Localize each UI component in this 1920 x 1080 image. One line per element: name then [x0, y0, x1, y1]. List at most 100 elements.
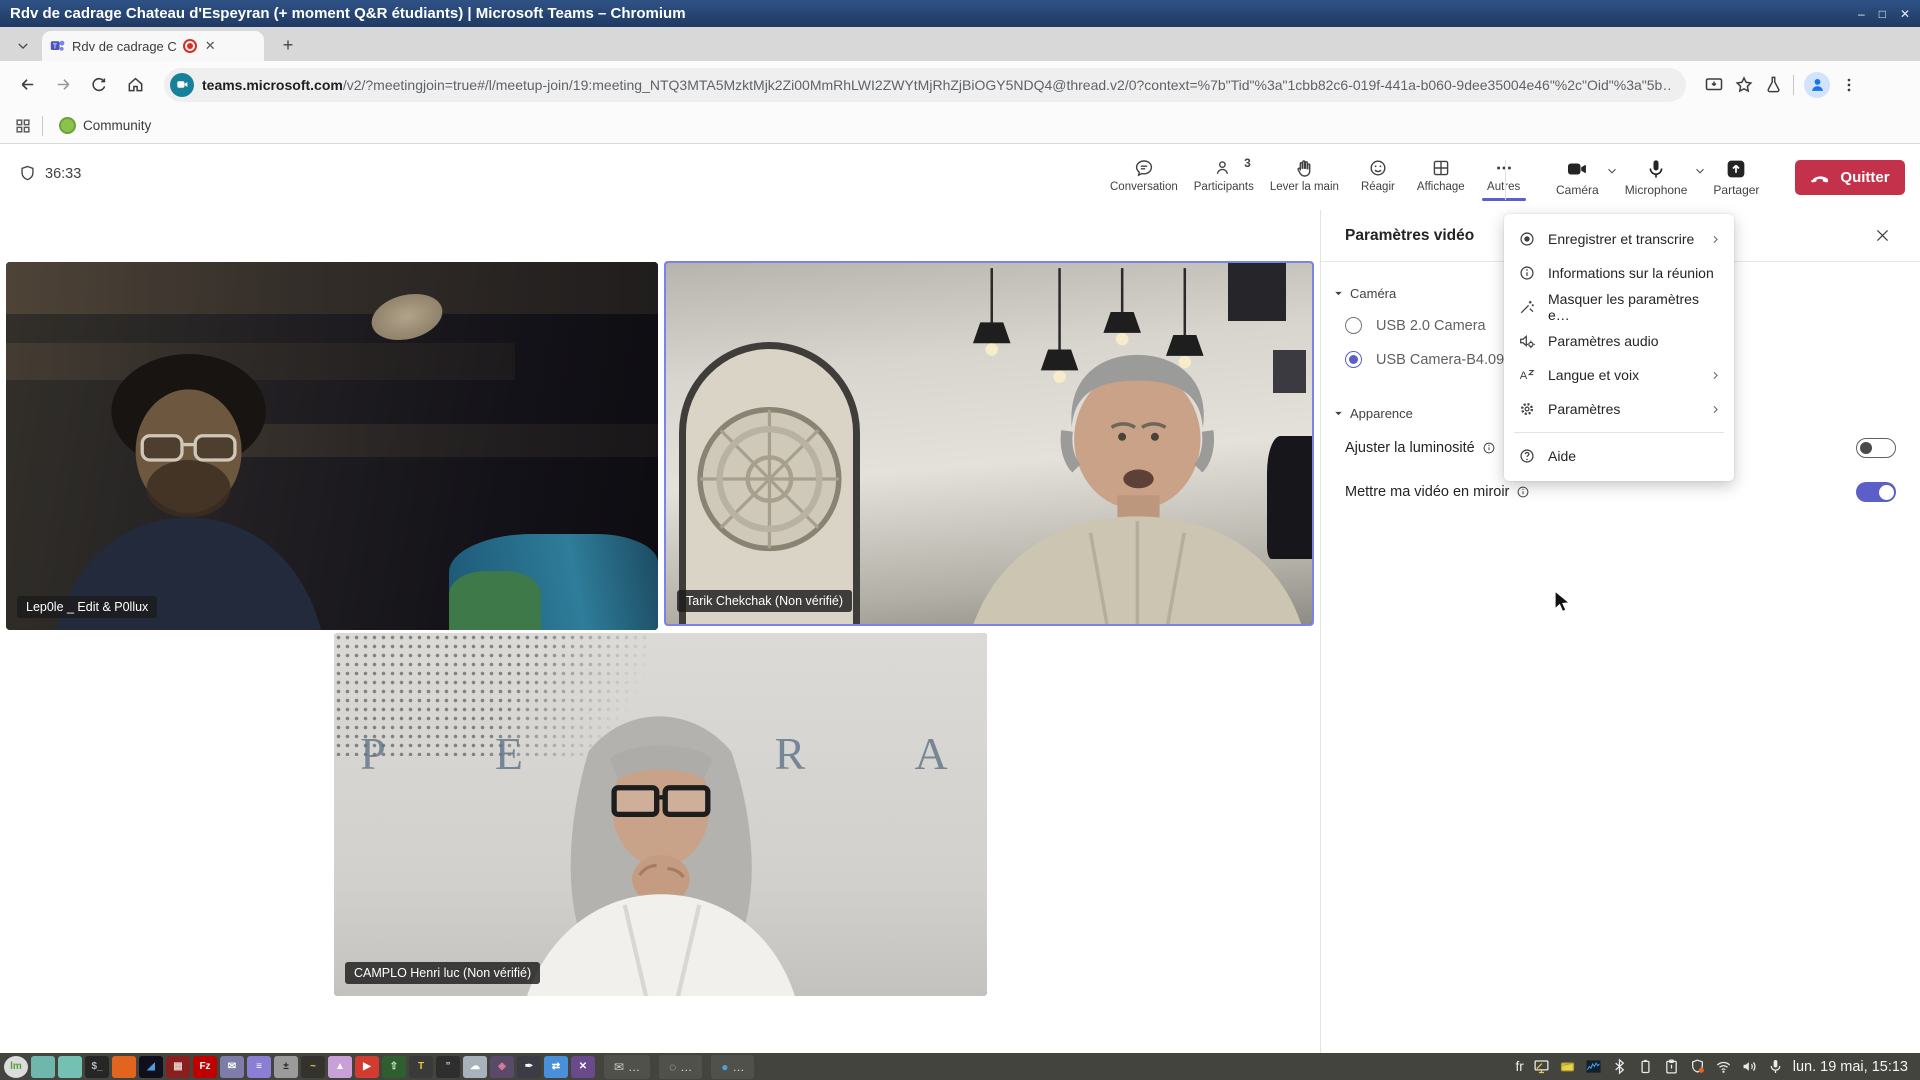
launcher-cloud-app-icon[interactable]: ☁	[463, 1055, 487, 1078]
partager-button[interactable]: Partager	[1709, 156, 1763, 199]
launcher-file-manager-icon[interactable]	[58, 1055, 82, 1078]
caméra-button[interactable]: Caméra	[1552, 156, 1603, 199]
install-app-icon[interactable]	[1704, 75, 1724, 95]
menu-item-langue-et-voix[interactable]: A Langue et voix	[1504, 358, 1734, 392]
toolbar-button-label: Lever la main	[1269, 181, 1339, 193]
home-icon[interactable]	[120, 70, 150, 100]
reload-icon[interactable]	[84, 70, 114, 100]
tray-mic-icon[interactable]	[1767, 1058, 1784, 1075]
radio-selected[interactable]	[1345, 351, 1362, 368]
tray-battery-icon[interactable]	[1637, 1058, 1654, 1075]
launcher-mail-client-icon[interactable]: ✉	[220, 1055, 244, 1078]
video-tile-active[interactable]: Tarik Chekchak (Non vérifié)	[664, 261, 1314, 626]
tray-display-icon[interactable]	[1533, 1058, 1550, 1075]
caret-down-icon	[1335, 411, 1342, 416]
toolbar-button-r-agir[interactable]: Réagir	[1350, 156, 1406, 199]
dots-icon	[1494, 158, 1514, 178]
menu-item-label: Informations sur la réunion	[1548, 265, 1714, 281]
radio-unselected[interactable]	[1345, 317, 1362, 334]
back-icon[interactable]	[12, 70, 42, 100]
launcher-tux-app-icon[interactable]: T	[409, 1055, 433, 1078]
toggle-off[interactable]	[1856, 438, 1896, 458]
launcher-terminal-icon[interactable]: $_	[85, 1055, 109, 1078]
community-favicon	[59, 117, 76, 134]
camera-section-header[interactable]: Caméra	[1333, 286, 1396, 301]
browser-menu-kebab-icon[interactable]	[1840, 76, 1858, 94]
system-tray: fr lun. 19 mai, 15:13	[1515, 1058, 1916, 1075]
bookmarks-divider	[42, 115, 43, 136]
launcher-shell-tool-icon[interactable]: ”	[436, 1055, 460, 1078]
tray-bluetooth-icon[interactable]	[1611, 1058, 1628, 1075]
browser-tab[interactable]: T Rdv de cadrage C ✕	[42, 31, 264, 61]
tray-shield-icon[interactable]	[1689, 1058, 1706, 1075]
close-window-button[interactable]: ✕	[1900, 7, 1910, 21]
toolbar-button-affichage[interactable]: Affichage	[1412, 156, 1470, 199]
launcher-share-app-icon[interactable]: ▶	[355, 1055, 379, 1078]
minimize-window-button[interactable]: –	[1858, 7, 1865, 21]
launcher-filezilla-icon[interactable]: Fz	[193, 1055, 217, 1078]
chevron-down-icon[interactable]	[1605, 164, 1619, 178]
microphone-button[interactable]: Microphone	[1621, 156, 1692, 199]
launcher-calculator-icon[interactable]: ±	[274, 1055, 298, 1078]
launcher-notes-app-icon[interactable]: ≡	[247, 1055, 271, 1078]
camera-option[interactable]: USB Camera-B4.09.2	[1345, 351, 1516, 368]
launcher-qr-tool-icon[interactable]: ▦	[166, 1055, 190, 1078]
launcher-sync-app-icon[interactable]: ⇄	[544, 1055, 568, 1078]
experiments-flask-icon[interactable]	[1764, 75, 1783, 94]
toolbar-button-autres[interactable]: Autres	[1476, 156, 1532, 201]
taskbar-clock[interactable]: lun. 19 mai, 15:13	[1793, 1059, 1908, 1075]
menu-item-param-tres-audio[interactable]: Paramètres audio	[1504, 324, 1734, 358]
tray-wallet-icon[interactable]	[1559, 1058, 1576, 1075]
video-tile[interactable]: PEYRA CAMPLO Henri luc (Non vérifié)	[334, 633, 987, 996]
leave-meeting-button[interactable]: Quitter	[1795, 160, 1905, 195]
tab-close-icon[interactable]: ✕	[205, 38, 216, 54]
menu-item-enregistrer-et-transcrire[interactable]: Enregistrer et transcrire	[1504, 222, 1734, 256]
menu-item-masquer-les-param-tres-e[interactable]: Masquer les paramètres e…	[1504, 290, 1734, 324]
new-tab-button[interactable]: +	[274, 31, 302, 59]
info-icon[interactable]	[1482, 441, 1496, 455]
launcher-pen-app-icon[interactable]: ✒	[517, 1055, 541, 1078]
panel-close-icon[interactable]	[1868, 222, 1896, 250]
keyboard-layout-indicator[interactable]: fr	[1515, 1059, 1523, 1074]
menu-item-param-tres[interactable]: Paramètres	[1504, 392, 1734, 426]
launcher-mint-menu-icon[interactable]: lm	[4, 1055, 28, 1078]
camera-option[interactable]: USB 2.0 Camera	[1345, 317, 1486, 334]
video-tile[interactable]: Lep0le _ Edit & P0llux	[6, 262, 658, 630]
tab-search-button[interactable]	[8, 33, 38, 59]
profile-avatar[interactable]	[1804, 71, 1830, 98]
meeting-timer: 36:33	[18, 164, 81, 183]
toggle-on[interactable]	[1856, 482, 1896, 502]
tray-wifi-icon[interactable]	[1715, 1058, 1732, 1075]
launcher-node-app-icon[interactable]: ✕	[571, 1055, 595, 1078]
info-icon[interactable]	[1516, 485, 1530, 499]
launcher-media-app-icon[interactable]: ◢	[139, 1055, 163, 1078]
launcher-firewall-icon[interactable]	[112, 1055, 136, 1078]
forward-icon[interactable]	[48, 70, 78, 100]
launcher-desktop-pager-icon[interactable]	[31, 1055, 55, 1078]
appearance-section-header[interactable]: Apparence	[1333, 406, 1413, 421]
maximize-window-button[interactable]: □	[1879, 7, 1886, 21]
url-bar[interactable]: teams.microsoft.com/v2/?meetingjoin=true…	[164, 67, 1686, 102]
taskbar-window-button[interactable]: ◌…	[659, 1054, 703, 1079]
launcher-draw-tablet-icon[interactable]: ~	[301, 1055, 325, 1078]
apps-grid-icon[interactable]	[14, 117, 32, 135]
launcher-package-updater-icon[interactable]: ⇧	[382, 1055, 406, 1078]
bookmark-community[interactable]: Community	[53, 114, 157, 137]
toggle-row-label: Mettre ma vidéo en miroir	[1345, 484, 1510, 500]
bookmark-star-icon[interactable]	[1734, 75, 1754, 95]
chevron-down-icon[interactable]	[1693, 164, 1707, 178]
taskbar-window-button[interactable]: ●…	[711, 1054, 755, 1079]
tray-volume-icon[interactable]	[1741, 1058, 1758, 1075]
launcher-weave-app-icon[interactable]: ◈	[490, 1055, 514, 1078]
submenu-arrow-icon	[1709, 233, 1722, 246]
tray-clipboard-icon[interactable]	[1663, 1058, 1680, 1075]
toolbar-button-participants[interactable]: Participants 3	[1189, 156, 1259, 199]
tray-netgraph-icon[interactable]	[1585, 1058, 1602, 1075]
taskbar-window-button[interactable]: ✉…	[604, 1054, 651, 1079]
record-icon	[1518, 230, 1536, 248]
launcher-color-tool-icon[interactable]: ▲	[328, 1055, 352, 1078]
toolbar-button-lever-la-main[interactable]: Lever la main	[1265, 156, 1344, 199]
menu-item-informations-sur-la-r-union[interactable]: Informations sur la réunion	[1504, 256, 1734, 290]
menu-item-aide[interactable]: Aide	[1504, 439, 1734, 473]
toolbar-button-conversation[interactable]: Conversation	[1105, 156, 1183, 199]
